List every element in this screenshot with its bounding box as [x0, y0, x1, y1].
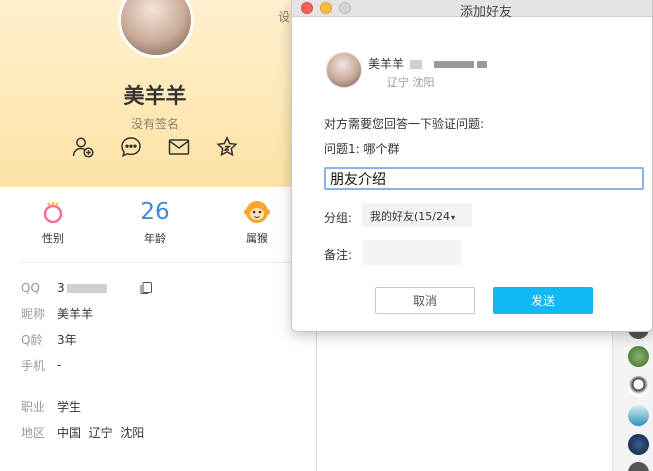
info-row-region: 地区 中国 辽宁 沈阳: [21, 424, 144, 440]
nickname-label: 昵称: [21, 306, 46, 321]
info-row-phone: 手机 -: [21, 357, 61, 373]
phone-value: -: [57, 358, 62, 372]
remark-label: 备注:: [324, 248, 353, 262]
info-row-qage: Q龄 3年: [21, 331, 77, 347]
age-value: 26: [140, 199, 170, 225]
group-select[interactable]: 我的好友(15/24▾: [362, 203, 472, 227]
target-avatar: [326, 52, 362, 88]
redacted-text: [434, 61, 475, 68]
qage-value: 3年: [57, 332, 77, 347]
target-location: 辽宁 沈阳: [387, 76, 435, 89]
info-row-nickname: 昵称 美羊羊: [21, 305, 93, 321]
info-row-job: 职业 学生: [21, 398, 81, 414]
dialog-title: 添加好友: [459, 5, 512, 20]
profile-header: 美羊羊 没有签名 设: [0, 0, 316, 187]
tag-age-label: 年龄: [144, 232, 166, 245]
send-button[interactable]: 发送: [493, 287, 593, 314]
verify-question: 问题1: 哪个群: [324, 142, 400, 156]
message-icon[interactable]: [118, 134, 144, 160]
qage-label: Q龄: [21, 332, 43, 347]
background-chat-window: [316, 332, 653, 471]
contact-avatar[interactable]: [628, 405, 649, 426]
tag-zodiac-label: 属猴: [246, 232, 268, 245]
group-label: 分组:: [324, 211, 353, 225]
contact-avatar[interactable]: [628, 346, 649, 367]
verify-prompt: 对方需要您回答一下验证问题:: [324, 117, 485, 131]
profile-signature: 没有签名: [130, 117, 179, 131]
redacted-text: [410, 60, 423, 69]
profile-avatar[interactable]: [118, 0, 194, 58]
redacted-text: [66, 284, 107, 293]
job-value: 学生: [57, 399, 82, 414]
qq-label: QQ: [21, 281, 40, 295]
contact-avatar[interactable]: [628, 376, 649, 397]
cancel-button[interactable]: 取消: [375, 287, 475, 314]
dialog-titlebar[interactable]: 添加好友: [292, 0, 652, 20]
star-icon[interactable]: [214, 134, 240, 160]
remark-input[interactable]: [362, 240, 462, 265]
answer-input[interactable]: [324, 167, 644, 190]
nickname-value: 美羊羊: [57, 306, 94, 321]
add-friend-icon[interactable]: [70, 134, 96, 160]
target-name: 美羊羊: [368, 55, 488, 72]
phone-label: 手机: [21, 358, 46, 373]
settings-label[interactable]: 设: [278, 8, 290, 25]
divider: [20, 262, 296, 263]
chevron-down-icon: ▾: [451, 213, 456, 222]
profile-tags: 性别 26 年龄 属猴: [0, 197, 316, 253]
tag-age: 26 年龄: [125, 197, 185, 246]
tag-gender-label: 性别: [42, 232, 64, 245]
tag-zodiac: 属猴: [227, 197, 287, 246]
region-label: 地区: [21, 425, 46, 440]
female-icon: [43, 202, 63, 224]
profile-panel: 美羊羊 没有签名 设 性别 26 年龄 属猴 QQ 3 昵称 美羊羊 Q龄 3年…: [0, 0, 316, 471]
monkey-icon: [244, 201, 270, 223]
mail-icon[interactable]: [166, 134, 192, 160]
copy-icon[interactable]: [139, 281, 153, 295]
profile-name: 美羊羊: [123, 84, 187, 108]
tag-gender: 性别: [23, 197, 83, 246]
qq-value[interactable]: 3: [57, 281, 107, 295]
job-label: 职业: [21, 399, 46, 414]
add-friend-dialog: 添加好友 美羊羊 辽宁 沈阳 对方需要您回答一下验证问题: 问题1: 哪个群 分…: [291, 0, 653, 332]
contact-avatar[interactable]: [628, 434, 649, 455]
region-value: 中国 辽宁 沈阳: [57, 425, 145, 440]
redacted-text: [477, 61, 488, 68]
info-row-qq: QQ 3: [21, 280, 107, 296]
